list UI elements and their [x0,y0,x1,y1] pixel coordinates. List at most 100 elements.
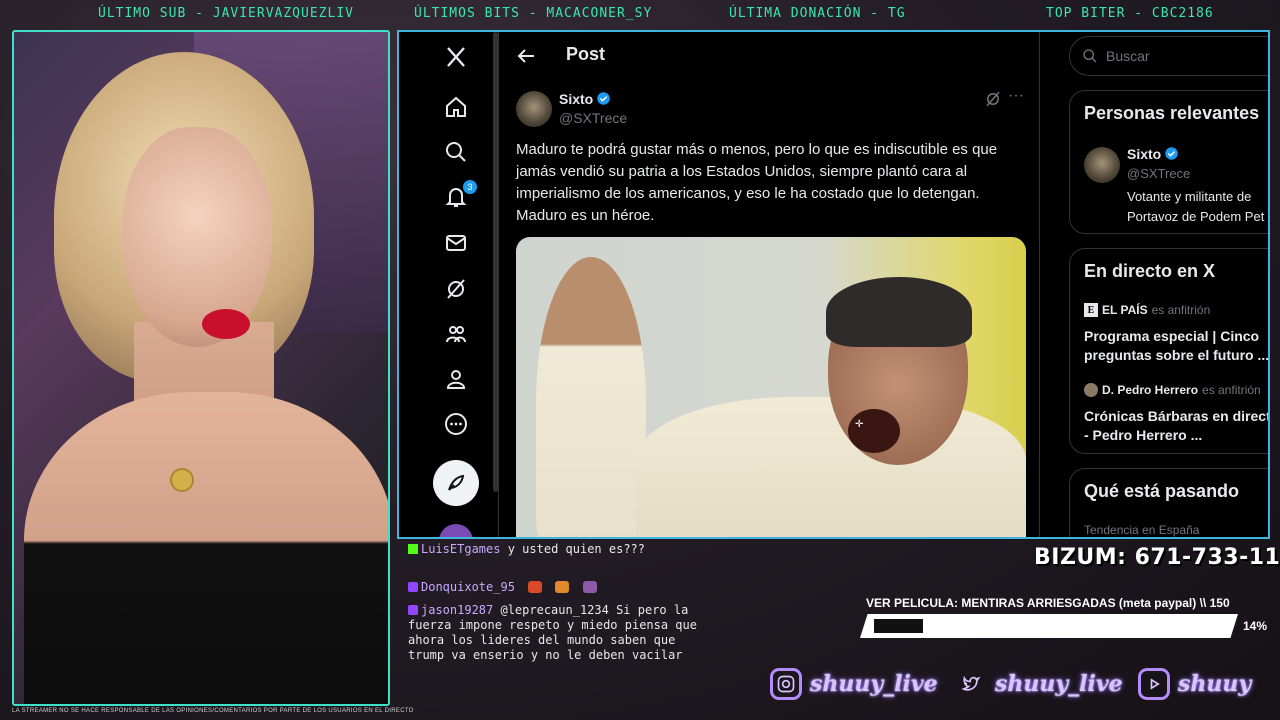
feather-icon [448,474,465,491]
bizum-number: BIZUM: 671-733-111 [1034,545,1280,570]
home-icon[interactable] [433,84,479,130]
live-on-x-card: En directo en X E EL PAÍS es anfitrión P… [1069,248,1268,454]
live-host-role: es anfitrión [1151,303,1211,317]
chat-username: Donquixote_95 [421,580,515,594]
ticker-last-donation: ÚLTIMA DONACIÓN - TG [729,6,906,21]
ticker-top-biter: TOP BITER - CBC2186 [1046,6,1214,21]
relevant-bio-line: Portavoz de Podem Pet [1127,209,1265,224]
instagram-icon [770,668,802,700]
back-arrow-icon[interactable] [514,44,538,68]
whats-happening-card: Qué está pasando Tendencia en España [1069,468,1268,537]
live-item-title[interactable]: Programa especial | Cinco preguntas sobr… [1084,327,1268,365]
live-item-host[interactable]: E EL PAÍS es anfitrión [1084,303,1210,317]
post-column: Post Sixto @SXTrece ··· Maduro te podrá … [500,32,1040,537]
live-host-role: es anfitrión [1202,383,1261,397]
live-on-x-title: En directo en X [1084,261,1216,281]
streamer-lips [202,309,250,339]
right-sidebar: Buscar Personas relevantes Sixto @SXTrec… [1041,32,1268,537]
twitter-text: shuuy_live [995,671,1123,697]
ticker-last-bits: ÚLTIMOS BITS - MACACONER_SY [414,6,653,21]
instagram-handle: shuuy_live [770,668,938,700]
twitter-handle: shuuy_live [955,668,1123,700]
notifications-badge: 3 [463,180,477,194]
messages-icon[interactable] [433,220,479,266]
notifications-icon[interactable]: 3 [433,174,479,220]
relevant-avatar[interactable] [1084,147,1120,183]
image-torso [636,397,1026,537]
relevant-people-title: Personas relevantes [1084,103,1260,123]
ticker-last-sub: ÚLTIMO SUB - JAVIERVAZQUEZLIV [98,6,354,21]
author-name[interactable]: Sixto [559,91,593,107]
necklace-pendant [170,468,194,492]
live-host-name: D. Pedro Herrero [1102,383,1199,397]
profile-icon[interactable] [433,356,479,402]
chat-message: jason19287 @leprecaun_1234 Si pero la fu… [408,603,698,663]
youtube-handle: shuuy [1138,668,1251,700]
grok-explain-icon[interactable] [984,90,1002,108]
el-pais-logo-icon: E [1084,303,1098,317]
chat-message: Donquixote_95 [408,580,698,595]
goal-label: VER PELICULA: MENTIRAS ARRIESGADAS (meta… [866,596,1230,610]
image-mouth [848,409,900,453]
chat-username: jason19287 [421,603,494,617]
instagram-text: shuuy_live [810,671,938,697]
verified-badge-icon [597,92,610,105]
relevant-name[interactable]: Sixto [1127,146,1161,162]
communities-icon[interactable] [433,311,479,357]
relevant-people-card: Personas relevantes Sixto @SXTrece Votan… [1069,90,1268,234]
streamer-body [24,392,388,704]
post-text: Maduro te podrá gustar más o menos, pero… [516,141,998,224]
post-more-icon[interactable]: ··· [1008,88,1028,108]
host-avatar [1084,383,1098,397]
post-image[interactable] [516,237,1026,537]
relevant-bio-line: Votante y militante de [1127,189,1252,204]
webcam-feed [12,30,390,706]
x-logo-icon[interactable] [433,34,479,80]
emote-icon [555,581,570,593]
author-avatar[interactable] [516,91,552,127]
search-input[interactable]: Buscar [1069,36,1268,76]
twitch-icon [408,605,418,615]
search-icon[interactable] [433,129,479,175]
chat-username: LuisETgames [421,542,501,556]
search-icon [1083,49,1097,63]
compose-post-button[interactable] [433,460,479,506]
chat-message: LuisETgames y usted quien es??? [408,542,698,557]
x-browser-panel: 3 Post Sixto @SXTrece ··· Maduro te podr… [397,30,1270,539]
relevant-name-row[interactable]: Sixto [1127,146,1179,162]
twitch-icon [408,582,418,592]
goal-percent: 14% [1243,619,1268,633]
x-sidebar-nav: 3 [399,32,499,537]
author-name-row[interactable]: Sixto [559,91,611,107]
mouse-cursor-icon: ✛ [855,419,864,430]
kick-icon [408,544,418,554]
nav-scrollbar[interactable] [493,32,498,492]
chat-text: y usted quien es??? [507,542,645,556]
top-ticker: ÚLTIMO SUB - JAVIERVAZQUEZLIV ÚLTIMOS BI… [0,0,1280,28]
relevant-handle[interactable]: @SXTrece [1127,166,1190,181]
live-item-host[interactable]: D. Pedro Herrero es anfitrión [1084,383,1261,397]
live-host-name: EL PAÍS [1102,303,1148,317]
account-avatar[interactable] [439,524,473,537]
live-item-title[interactable]: Crónicas Bárbaras en directo - Pedro Her… [1084,407,1268,445]
streamer-face [122,127,272,347]
emote-icon [582,581,597,593]
image-raised-arm [536,257,646,537]
emote-icon [528,581,543,593]
more-options-icon[interactable] [433,401,479,447]
grok-icon[interactable] [433,266,479,312]
relevant-bio: Votante y militante de Portavoz de Podem… [1127,187,1264,227]
youtube-icon [1138,668,1170,700]
youtube-text: shuuy [1178,671,1252,697]
page-title: Post [566,44,606,64]
trend-context: Tendencia en España [1084,523,1200,537]
author-handle[interactable]: @SXTrece [559,110,627,126]
goal-progress-bar [860,614,1238,638]
verified-badge-icon [1165,147,1178,160]
whats-happening-title: Qué está pasando [1084,481,1240,501]
goal-progress-fill [874,619,923,633]
twitter-bird-icon [955,668,987,700]
search-placeholder: Buscar [1106,48,1150,64]
disclaimer: LA STREAMER NO SE HACE RESPONSABLE DE LA… [12,708,414,714]
image-hair [826,277,972,347]
